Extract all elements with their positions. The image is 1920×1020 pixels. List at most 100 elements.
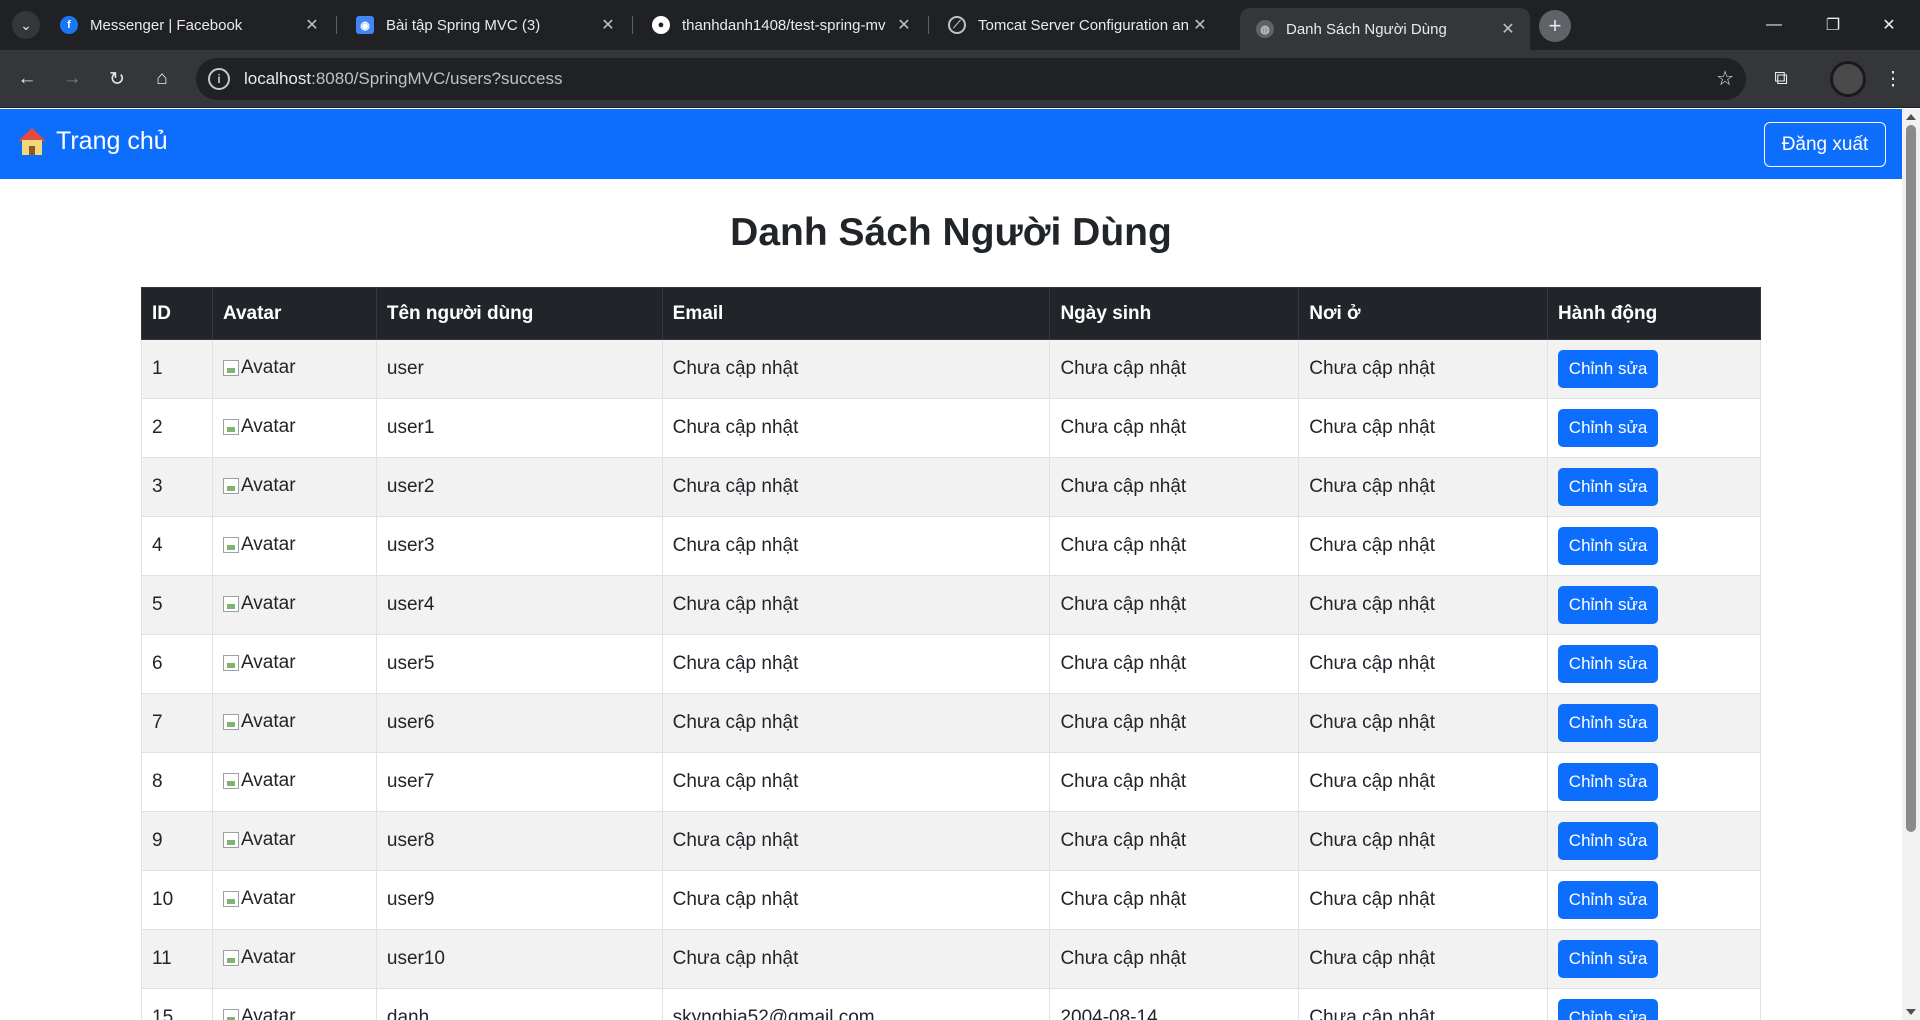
table-row: 10 Avatar user9 Chưa cập nhật Chưa cập nhật C… [141,870,1761,930]
edit-button[interactable]: Chỉnh sửa [1558,586,1659,624]
profile-avatar[interactable] [1830,61,1866,97]
table-row: 7 Avatar user6 Chưa cập nhật Chưa cập nhật Ch… [141,693,1761,753]
cell-email: Chưa cập nhật [661,339,1051,399]
tab-users-list[interactable]: ◍ Danh Sách Người Dùng ✕ [1240,8,1530,50]
cell-actions: Chỉnh sửa [1547,929,1761,989]
cell-dob: Chưa cập nhật [1049,575,1300,635]
cell-id: 5 [141,575,213,635]
extensions-icon[interactable]: ⧉ [1764,62,1798,96]
cell-email: Chưa cập nhật [661,929,1051,989]
bookmark-star-icon[interactable]: ☆ [1716,66,1734,91]
minimize-icon[interactable]: — [1751,0,1797,50]
brand-label: Trang chủ [56,127,168,155]
cell-actions: Chỉnh sửa [1547,398,1761,458]
cell-actions: Chỉnh sửa [1547,870,1761,930]
scroll-down-icon[interactable] [1906,1009,1916,1015]
broken-image-icon [222,536,239,553]
edit-button[interactable]: Chỉnh sửa [1558,999,1659,1020]
page-scrollbar[interactable] [1902,109,1920,1020]
cell-id: 8 [141,752,213,812]
back-icon[interactable]: ← [10,62,44,96]
cell-id: 6 [141,634,213,694]
broken-image-icon [222,890,239,907]
broken-image-icon [222,595,239,612]
cell-actions: Chỉnh sửa [1547,811,1761,871]
new-tab-button[interactable]: + [1539,10,1571,42]
home-icon[interactable]: ⌂ [145,62,179,96]
cell-avatar: Avatar [211,929,377,989]
close-icon[interactable]: ✕ [1498,19,1518,39]
table-row: 9 Avatar user8 Chưa cập nhật Chưa cập nhật Ch… [141,811,1761,871]
cell-id: 10 [141,870,213,930]
tab-messenger[interactable]: f Messenger | Facebook ✕ [44,8,334,42]
tab-tomcat[interactable]: ⟋ Tomcat Server Configuration an ✕ [932,8,1222,42]
menu-kebab-icon[interactable]: ⋮ [1876,62,1910,96]
home-link[interactable]: Trang chủ [18,127,168,156]
edit-button[interactable]: Chỉnh sửa [1558,881,1659,919]
edit-button[interactable]: Chỉnh sửa [1558,763,1659,801]
scrollbar-thumb[interactable] [1906,125,1916,832]
cell-dob: Chưa cập nhật [1049,929,1300,989]
close-icon[interactable]: ✕ [894,15,914,35]
site-info-icon[interactable]: i [208,68,230,90]
cell-address: Chưa cập nhật [1298,339,1549,399]
avatar-image: Avatar [222,593,296,615]
scroll-up-icon[interactable] [1906,114,1916,120]
github-icon: ● [652,16,670,34]
cell-id: 2 [141,398,213,458]
cell-avatar: Avatar [211,339,377,399]
cell-avatar: Avatar [211,693,377,753]
tab-github[interactable]: ● thanhdanh1408/test-spring-mv ✕ [636,8,926,42]
edit-button[interactable]: Chỉnh sửa [1558,350,1659,388]
forward-icon[interactable]: → [55,62,89,96]
edit-button[interactable]: Chỉnh sửa [1558,645,1659,683]
tab-separator [928,16,929,34]
avatar-image: Avatar [222,711,296,733]
tab-search-icon[interactable]: ⌄ [12,11,40,39]
cell-email: Chưa cập nhật [661,634,1051,694]
avatar-image: Avatar [222,416,296,438]
facebook-icon: f [60,16,78,34]
edit-button[interactable]: Chỉnh sửa [1558,822,1659,860]
url-text: localhost:8080/SpringMVC/users?success [244,69,563,88]
address-bar[interactable]: i localhost:8080/SpringMVC/users?success… [196,58,1746,100]
tab-spring-mvc[interactable]: ◉ Bài tập Spring MVC (3) ✕ [340,8,630,42]
header-actions: Hành động [1547,287,1761,340]
cell-dob: Chưa cập nhật [1049,752,1300,812]
close-icon[interactable]: ✕ [302,15,322,35]
restore-icon[interactable]: ❐ [1810,0,1856,50]
spring-icon: ⟋ [948,16,966,34]
table-row: 8 Avatar user7 Chưa cập nhật Chưa cập nhật Ch… [141,752,1761,812]
tab-title: Danh Sách Người Dùng [1286,20,1447,38]
window-close-icon[interactable]: ✕ [1866,0,1912,50]
edit-button[interactable]: Chỉnh sửa [1558,940,1659,978]
cell-actions: Chỉnh sửa [1547,516,1761,576]
cell-actions: Chỉnh sửa [1547,988,1761,1020]
close-icon[interactable]: ✕ [1190,15,1210,35]
header-dob: Ngày sinh [1049,287,1300,340]
cell-avatar: Avatar [211,870,377,930]
tab-title: Tomcat Server Configuration an [978,16,1189,34]
edit-button[interactable]: Chỉnh sửa [1558,468,1659,506]
cell-address: Chưa cập nhật [1298,516,1549,576]
cell-username: user [375,339,663,399]
edit-button[interactable]: Chỉnh sửa [1558,409,1659,447]
cell-email: skynghia52@gmail.com [661,988,1051,1020]
edit-button[interactable]: Chỉnh sửa [1558,704,1659,742]
cell-email: Chưa cập nhật [661,575,1051,635]
cell-actions: Chỉnh sửa [1547,339,1761,399]
users-table: ID Avatar Tên người dùng Email Ngày sinh… [141,287,1761,1020]
avatar-image: Avatar [222,357,296,379]
cell-avatar: Avatar [211,398,377,458]
edit-button[interactable]: Chỉnh sửa [1558,527,1659,565]
avatar-image: Avatar [222,947,296,969]
reload-icon[interactable]: ↻ [100,62,134,96]
close-icon[interactable]: ✕ [598,15,618,35]
cell-address: Chưa cập nhật [1298,811,1549,871]
avatar-image: Avatar [222,829,296,851]
cell-email: Chưa cập nhật [661,811,1051,871]
logout-button[interactable]: Đăng xuất [1764,122,1886,167]
classroom-icon: ◉ [356,16,374,34]
cell-id: 15 [141,988,213,1020]
cell-address: Chưa cập nhật [1298,457,1549,517]
